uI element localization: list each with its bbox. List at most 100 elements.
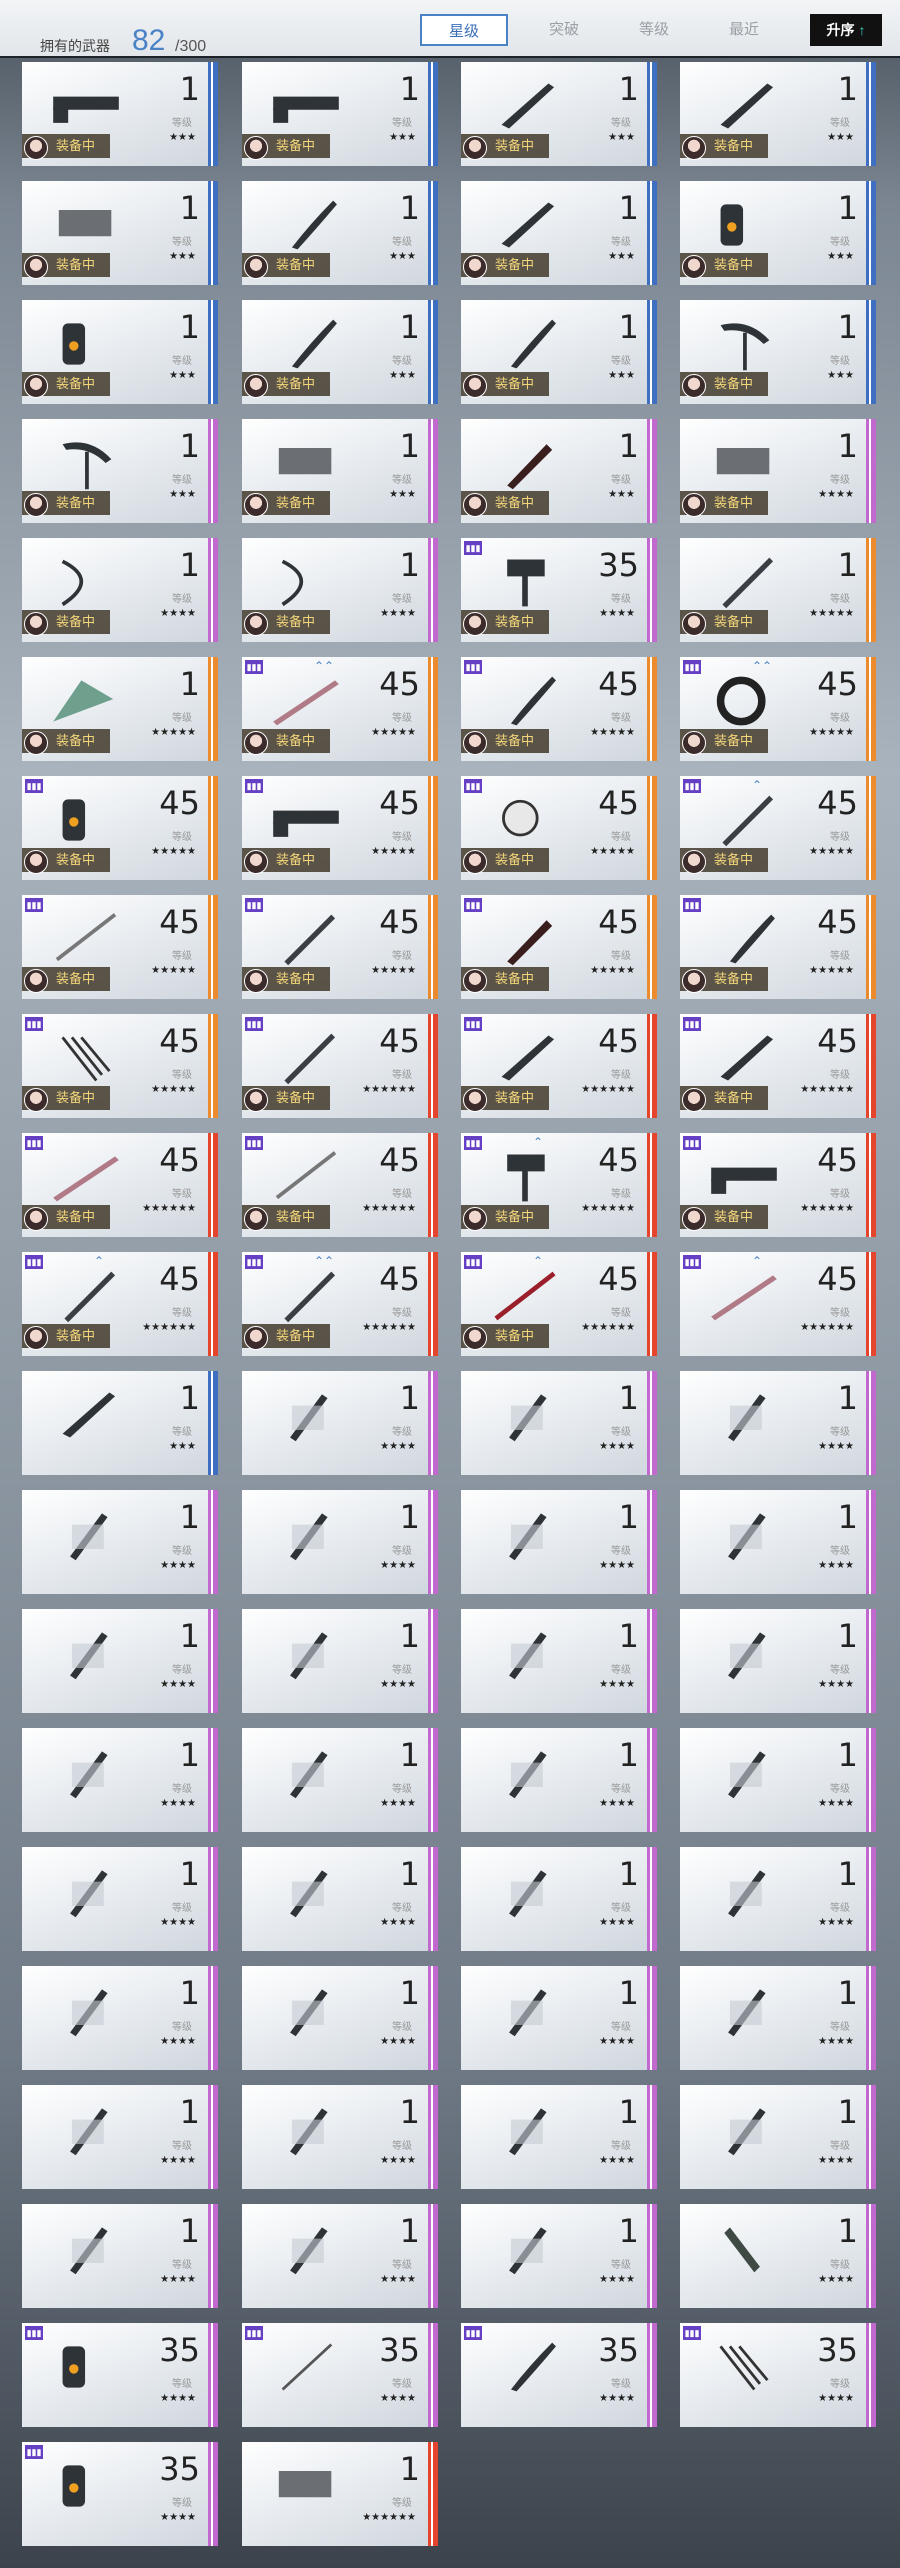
weapon-card[interactable]: ▮▮▮ 35 等级 ★★★★	[22, 2442, 218, 2546]
weapon-card[interactable]: 1 等级 ★★★ 装备中	[22, 181, 218, 285]
weapon-card[interactable]: 1 等级 ★★★★	[22, 1490, 218, 1594]
weapon-card[interactable]: 1 等级 ★★★★★ 装备中	[680, 538, 876, 642]
weapon-card[interactable]: 1 等级 ★★★★	[242, 1966, 438, 2070]
weapon-level-label: 等级	[611, 951, 631, 962]
weapon-card[interactable]: 1 等级 ★★★★	[461, 1847, 657, 1951]
weapon-card[interactable]: 1 等级 ★★★★	[22, 2085, 218, 2189]
weapon-card[interactable]: 1 等级 ★★★ 装备中	[242, 181, 438, 285]
weapon-card[interactable]: 1 等级 ★★★ 装备中	[22, 62, 218, 166]
weapon-card[interactable]: ▮▮▮ 45 等级 ★★★★★ 装备中	[242, 895, 438, 999]
weapon-card[interactable]: 1 等级 ★★★ 装备中	[461, 300, 657, 404]
weapon-card[interactable]: 1 等级 ★★★ 装备中	[680, 300, 876, 404]
weapon-card[interactable]: ▮▮▮ 45 等级 ★★★★★ 装备中	[22, 776, 218, 880]
weapon-card[interactable]: 1 等级 ★★★★	[242, 2204, 438, 2308]
weapon-card[interactable]: 1 等级 ★★★★	[680, 1966, 876, 2070]
weapon-card[interactable]: ▮▮▮ 35 等级 ★★★★	[22, 2323, 218, 2427]
weapon-card[interactable]: 1 等级 ★★★★	[22, 1609, 218, 1713]
weapon-card[interactable]: 1 等级 ★★★★	[242, 1371, 438, 1475]
weapon-stars: ★★★★★	[151, 1084, 196, 1095]
rarity-stripe	[428, 1847, 438, 1951]
weapon-card[interactable]: ▮▮▮ 45 等级 ★★★★★ 装备中	[461, 776, 657, 880]
weapon-level: 1	[399, 1498, 420, 1536]
weapon-card[interactable]: ▮▮▮ ⌃ 45 等级 ★★★★★ 装备中	[680, 776, 876, 880]
weapon-card[interactable]: ▮▮▮ ⌃⌃ 45 等级 ★★★★★ 装备中	[242, 657, 438, 761]
weapon-card[interactable]: 1 等级 ★★★ 装备中	[461, 181, 657, 285]
weapon-card[interactable]: 1 等级 ★★★★ 装备中	[242, 538, 438, 642]
weapon-card[interactable]: ▮▮▮ 45 等级 ★★★★★★ 装备中	[22, 1133, 218, 1237]
weapon-card[interactable]: ▮▮▮ 45 等级 ★★★★★★ 装备中	[680, 1014, 876, 1118]
weapon-card[interactable]: 1 等级 ★★★ 装备中	[242, 62, 438, 166]
weapon-card[interactable]: ▮▮▮ 35 等级 ★★★★	[680, 2323, 876, 2427]
weapon-card[interactable]: ▮▮▮ 45 等级 ★★★★★ 装备中	[22, 895, 218, 999]
weapon-card[interactable]: 1 等级 ★★★★	[461, 2085, 657, 2189]
rarity-stripe	[428, 1728, 438, 1832]
weapon-card[interactable]: 1 等级 ★★★★	[22, 2204, 218, 2308]
weapon-card[interactable]: 1 等级 ★★★★	[680, 2204, 876, 2308]
weapon-card[interactable]: 1 等级 ★★★★	[461, 1371, 657, 1475]
weapon-card[interactable]: 1 等级 ★★★★	[680, 1728, 876, 1832]
weapon-card[interactable]: ▮▮▮ 45 等级 ★★★★★★ 装备中	[242, 1014, 438, 1118]
weapon-card[interactable]: 1 等级 ★★★★	[680, 1490, 876, 1594]
upgrade-chevron-icon: ⌃	[752, 778, 763, 792]
weapon-card[interactable]: 1 等级 ★★★★	[680, 1847, 876, 1951]
weapon-card[interactable]: 1 等级 ★★★ 装备中	[680, 62, 876, 166]
weapon-card[interactable]: 1 等级 ★★★★	[680, 2085, 876, 2189]
weapon-card[interactable]: ▮▮▮ ⌃⌃ 45 等级 ★★★★★★ 装备中	[242, 1252, 438, 1356]
weapon-card[interactable]: ▮▮▮ ⌃ 45 等级 ★★★★★★ 装备中	[22, 1252, 218, 1356]
weapon-card[interactable]: 1 等级 ★★★★★★	[242, 2442, 438, 2546]
cannon-icon	[62, 323, 86, 365]
weapon-card[interactable]: 1 等级 ★★★ 装备中	[22, 419, 218, 523]
weapon-card[interactable]: 1 等级 ★★★ 装备中	[22, 300, 218, 404]
weapon-card[interactable]: ▮▮▮ 35 等级 ★★★★	[242, 2323, 438, 2427]
weapon-card[interactable]: 1 等级 ★★★ 装备中	[461, 62, 657, 166]
weapon-card[interactable]: 1 等级 ★★★★	[22, 1728, 218, 1832]
weapon-card[interactable]: ▮▮▮ 45 等级 ★★★★★ 装备中	[461, 895, 657, 999]
character-avatar-icon	[463, 374, 487, 398]
weapon-card[interactable]: 1 等级 ★★★ 装备中	[242, 300, 438, 404]
weapon-card[interactable]: 1 等级 ★★★★	[680, 1371, 876, 1475]
weapon-level-label: 等级	[830, 1308, 850, 1319]
weapon-card[interactable]: ▮▮▮ 45 等级 ★★★★★ 装备中	[680, 895, 876, 999]
weapon-card[interactable]: ▮▮▮ 45 等级 ★★★★★ 装备中	[242, 776, 438, 880]
weapon-card[interactable]: 1 等级 ★★★★	[242, 2085, 438, 2189]
weapon-level: 1	[618, 70, 639, 108]
weapon-card[interactable]: ▮▮▮ ⌃ 45 等级 ★★★★★★ 装备中	[461, 1252, 657, 1356]
weapon-card[interactable]: 1 等级 ★★★★	[242, 1728, 438, 1832]
weapon-card[interactable]: 1 等级 ★★★★	[242, 1609, 438, 1713]
weapon-card[interactable]: 1 等级 ★★★★	[242, 1490, 438, 1594]
weapon-stars: ★★★★★	[590, 727, 635, 738]
weapon-card[interactable]: 1 等级 ★★★★	[461, 1728, 657, 1832]
weapon-card[interactable]: ▮▮▮ 35 等级 ★★★★	[461, 2323, 657, 2427]
weapon-card[interactable]: 1 等级 ★★★★	[461, 1966, 657, 2070]
weapon-card[interactable]: ▮▮▮ 45 等级 ★★★★★★ 装备中	[680, 1133, 876, 1237]
weapon-card[interactable]: ▮▮▮ ⌃ 45 等级 ★★★★★★ 装备中	[461, 1133, 657, 1237]
dagger-icon	[728, 1513, 766, 1561]
weapon-card[interactable]: ▮▮▮ 35 等级 ★★★★ 装备中	[461, 538, 657, 642]
weapon-card[interactable]: 1 等级 ★★★★	[22, 1966, 218, 2070]
weapon-card[interactable]: 1 等级 ★★★★ 装备中	[680, 419, 876, 523]
weapon-card[interactable]: 1 等级 ★★★★★ 装备中	[22, 657, 218, 761]
weapon-stars: ★★★	[827, 251, 854, 262]
weapon-card[interactable]: 1 等级 ★★★★	[242, 1847, 438, 1951]
character-avatar-icon	[463, 1207, 487, 1231]
weapon-card[interactable]: 1 等级 ★★★★	[461, 1609, 657, 1713]
weapon-card[interactable]: 1 等级 ★★★ 装备中	[680, 181, 876, 285]
weapon-card[interactable]: 1 等级 ★★★ 装备中	[461, 419, 657, 523]
weapon-stars: ★★★★★	[151, 965, 196, 976]
weapon-card[interactable]: 1 等级 ★★★ 装备中	[242, 419, 438, 523]
weapon-card[interactable]: ▮▮▮ 45 等级 ★★★★★ 装备中	[461, 657, 657, 761]
weapon-card[interactable]: ▮▮▮ 45 等级 ★★★★★★ 装备中	[461, 1014, 657, 1118]
weapon-card[interactable]: ▮▮▮ ⌃⌃ 45 等级 ★★★★★ 装备中	[680, 657, 876, 761]
weapon-card[interactable]: 1 等级 ★★★★	[680, 1609, 876, 1713]
weapon-card[interactable]: ▮▮▮ 45 等级 ★★★★★★ 装备中	[242, 1133, 438, 1237]
rarity-stripe	[208, 419, 218, 523]
weapon-card[interactable]: ▮▮▮ 45 等级 ★★★★★ 装备中	[22, 1014, 218, 1118]
weapon-stars: ★★★★★★	[362, 2512, 416, 2523]
weapon-card[interactable]: 1 等级 ★★★★	[461, 2204, 657, 2308]
weapon-card[interactable]: 1 等级 ★★★★ 装备中	[22, 538, 218, 642]
weapon-card[interactable]: 1 等级 ★★★★	[461, 1490, 657, 1594]
weapon-card[interactable]: 1 等级 ★★★	[22, 1371, 218, 1475]
character-avatar-icon	[24, 969, 48, 993]
weapon-card[interactable]: ▮▮▮ ⌃ 45 等级 ★★★★★★	[680, 1252, 876, 1356]
weapon-card[interactable]: 1 等级 ★★★★	[22, 1847, 218, 1951]
